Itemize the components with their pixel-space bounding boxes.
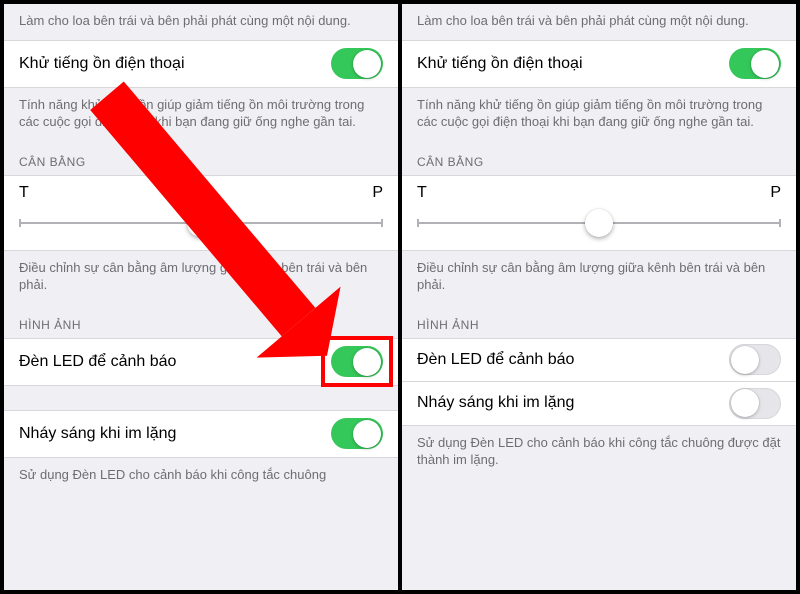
led-footer: Sử dụng Đèn LED cho cảnh báo khi công tắ…: [402, 426, 796, 479]
balance-section-title: CÂN BẰNG: [4, 141, 398, 175]
flash-silent-row: Nháy sáng khi im lặng: [402, 382, 796, 426]
led-alert-row: Đèn LED để cảnh báo: [402, 338, 796, 382]
balance-footer: Điều chỉnh sự cân bằng âm lượng giữa kên…: [402, 251, 796, 304]
balance-left-label: T: [19, 184, 29, 202]
noise-cancellation-switch[interactable]: [331, 48, 383, 79]
led-alert-row: Đèn LED để cảnh báo: [4, 338, 398, 386]
balance-right-label: P: [372, 184, 383, 202]
phones-wrap: Làm cho loa bên trái và bên phải phát cù…: [4, 4, 796, 590]
balance-slider-row: T P: [402, 175, 796, 251]
right-phone: Làm cho loa bên trái và bên phải phát cù…: [402, 4, 796, 590]
led-alert-label: Đèn LED để cảnh báo: [417, 351, 574, 369]
led-alert-switch[interactable]: [331, 346, 383, 377]
flash-silent-switch[interactable]: [331, 418, 383, 449]
mono-audio-footer: Làm cho loa bên trái và bên phải phát cù…: [402, 4, 796, 40]
mono-audio-footer: Làm cho loa bên trái và bên phải phát cù…: [4, 4, 398, 40]
image-section-title: HÌNH ẢNH: [402, 304, 796, 338]
balance-section-title: CÂN BẰNG: [402, 141, 796, 175]
noise-cancellation-switch[interactable]: [729, 48, 781, 79]
noise-cancellation-row: Khử tiếng ồn điện thoại: [4, 40, 398, 88]
balance-footer: Điều chỉnh sự cân bằng âm lượng giữa kên…: [4, 251, 398, 304]
led-footer-cut: Sử dụng Đèn LED cho cảnh báo khi công tắ…: [4, 458, 398, 484]
balance-right-label: P: [770, 184, 781, 202]
spacer-footer: [4, 386, 398, 410]
balance-slider[interactable]: [19, 208, 383, 238]
noise-cancellation-label: Khử tiếng ồn điện thoại: [417, 55, 583, 73]
flash-silent-label: Nháy sáng khi im lặng: [19, 425, 176, 443]
flash-silent-switch[interactable]: [729, 388, 781, 419]
noise-cancellation-footer: Tính năng khử tiếng ồn giúp giảm tiếng ồ…: [4, 88, 398, 141]
noise-cancellation-row: Khử tiếng ồn điện thoại: [402, 40, 796, 88]
balance-slider[interactable]: [417, 208, 781, 238]
noise-cancellation-footer: Tính năng khử tiếng ồn giúp giảm tiếng ồ…: [402, 88, 796, 141]
flash-silent-row: Nháy sáng khi im lặng: [4, 410, 398, 458]
flash-silent-label: Nháy sáng khi im lặng: [417, 394, 574, 412]
led-alert-switch[interactable]: [729, 344, 781, 375]
led-alert-label: Đèn LED để cảnh báo: [19, 353, 176, 371]
image-section-title: HÌNH ẢNH: [4, 304, 398, 338]
noise-cancellation-label: Khử tiếng ồn điện thoại: [19, 55, 185, 73]
comparison-stage: Làm cho loa bên trái và bên phải phát cù…: [0, 0, 800, 594]
balance-slider-row: T P: [4, 175, 398, 251]
balance-left-label: T: [417, 184, 427, 202]
left-phone: Làm cho loa bên trái và bên phải phát cù…: [4, 4, 398, 590]
